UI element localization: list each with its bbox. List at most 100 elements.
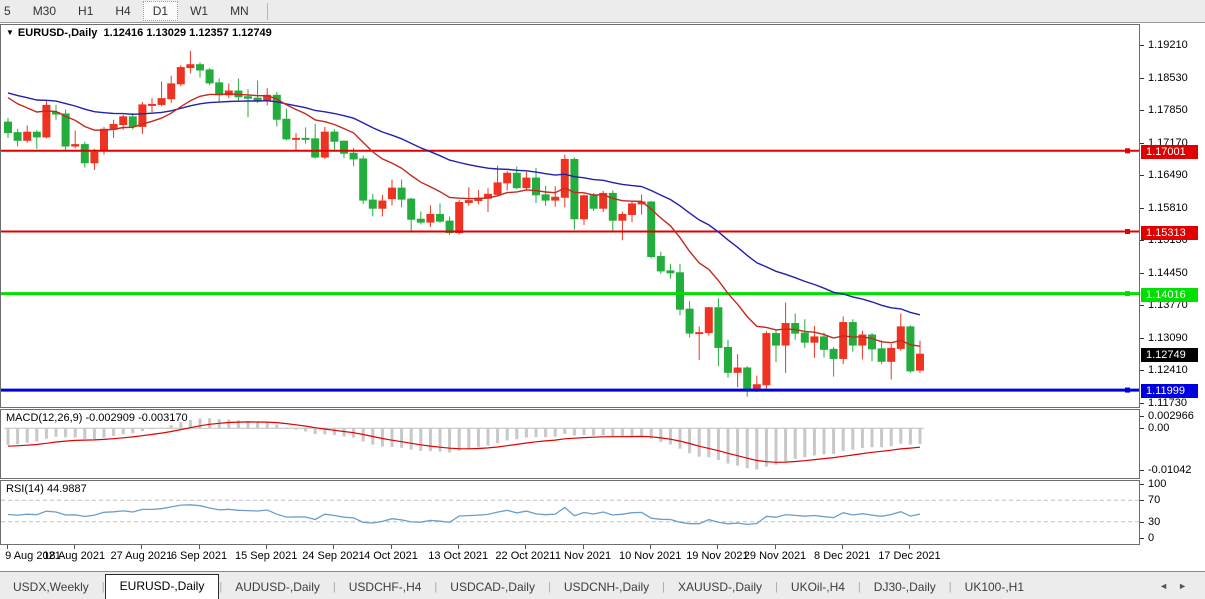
date-label: 17 Dec 2021: [874, 550, 944, 562]
date-tick: [717, 545, 718, 549]
date-tick: [141, 545, 142, 549]
date-label: 15 Sep 2021: [231, 550, 301, 562]
date-tick: [525, 545, 526, 549]
date-tick: [909, 545, 910, 549]
tab-usdchf-h4[interactable]: USDCHF-,H4: [336, 576, 435, 599]
price-tick-label: 1.19210: [1148, 39, 1188, 51]
rsi-indicator-panel[interactable]: RSI(14) 44.9887: [0, 480, 1140, 545]
price-tick-label: 1.11730: [1148, 397, 1187, 409]
timeframe-h4[interactable]: H4: [105, 1, 140, 21]
timeframe-toolbar: 5M30H1H4D1W1MN: [0, 0, 1205, 23]
rsi-tick-label: 70: [1148, 494, 1160, 506]
axis-tick: [1140, 78, 1144, 79]
axis-tick: [1140, 428, 1144, 429]
hline-handle-1-11999[interactable]: [1125, 388, 1130, 393]
tab-usdcad-daily[interactable]: USDCAD-,Daily: [437, 576, 548, 599]
tab-audusd-daily[interactable]: AUDUSD-,Daily: [222, 576, 333, 599]
tab-scroll-arrows[interactable]: ◄►: [1159, 581, 1197, 591]
axis-tick: [1140, 175, 1144, 176]
macd-label: MACD(12,26,9) -0.002909 -0.003170: [6, 412, 188, 424]
hline-price-badge-1-14016: 1.14016: [1141, 288, 1198, 302]
date-label: 8 Dec 2021: [807, 550, 877, 562]
axis-tick: [1140, 305, 1144, 306]
terminal-window: 5M30H1H4D1W1MN ▼ EURUSD-,Daily 1.12416 1.…: [0, 0, 1205, 599]
axis-tick: [1140, 484, 1144, 485]
tab-xauusd-daily[interactable]: XAUUSD-,Daily: [665, 576, 775, 599]
axis-tick: [1140, 403, 1144, 404]
axis-tick: [1140, 338, 1144, 339]
rsi-canvas: [1, 481, 1139, 544]
date-tick: [391, 545, 392, 549]
hline-price-badge-1-11999: 1.11999: [1141, 384, 1198, 398]
tab-dj30-daily[interactable]: DJ30-,Daily: [861, 576, 949, 599]
date-tick: [7, 545, 8, 549]
axis-tick: [1140, 208, 1144, 209]
timeframe-mn[interactable]: MN: [220, 1, 259, 21]
price-chart-canvas: [1, 25, 1139, 407]
date-tick: [458, 545, 459, 549]
date-tick: [199, 545, 200, 549]
time-scale-axis[interactable]: 9 Aug 202118 Aug 202127 Aug 20216 Sep 20…: [0, 545, 1140, 571]
chart-symbol-label: EURUSD-,Daily: [18, 27, 97, 39]
price-tick-label: 1.15810: [1148, 202, 1188, 214]
date-tick: [775, 545, 776, 549]
date-label: 6 Sep 2021: [164, 550, 234, 562]
hline-price-badge-1-15313: 1.15313: [1141, 226, 1198, 240]
date-label: 29 Nov 2021: [740, 550, 810, 562]
date-tick: [74, 545, 75, 549]
timeframe-m30[interactable]: M30: [23, 1, 66, 21]
rsi-tick-label: 0: [1148, 532, 1154, 544]
tab-scroll-right-icon[interactable]: ►: [1178, 581, 1197, 591]
rsi-tick-label: 30: [1148, 516, 1160, 528]
price-tick-label: 1.13090: [1148, 332, 1188, 344]
macd-tick-label: 0.00: [1148, 422, 1169, 434]
date-label: 4 Oct 2021: [356, 550, 426, 562]
rsi-label: RSI(14) 44.9887: [6, 483, 87, 495]
price-tick-label: 1.18530: [1148, 72, 1188, 84]
timeframe-h1[interactable]: H1: [68, 1, 103, 21]
current-price-badge: 1.12749: [1141, 348, 1198, 362]
axis-tick: [1140, 522, 1144, 523]
chart-header: ▼ EURUSD-,Daily 1.12416 1.13029 1.12357 1…: [6, 27, 272, 39]
macd-indicator-panel[interactable]: MACD(12,26,9) -0.002909 -0.003170: [0, 409, 1140, 479]
hline-handle-1-14016[interactable]: [1125, 291, 1130, 296]
date-label: 13 Oct 2021: [423, 550, 493, 562]
axis-tick: [1140, 470, 1144, 471]
date-tick: [583, 545, 584, 549]
rsi-tick-label: 100: [1148, 478, 1166, 490]
axis-tick: [1140, 538, 1144, 539]
axis-tick: [1140, 240, 1144, 241]
tab-eurusd-daily[interactable]: EURUSD-,Daily: [105, 574, 220, 599]
fast-ma-line: [8, 94, 920, 346]
tab-ukoil-h4[interactable]: UKOil-,H4: [778, 576, 858, 599]
timeframe-5[interactable]: 5: [1, 1, 21, 21]
price-tick-label: 1.16490: [1148, 169, 1188, 181]
axis-tick: [1140, 110, 1144, 111]
chart-tab-bar: USDX,Weekly|EURUSD-,Daily|AUDUSD-,Daily|…: [0, 571, 1205, 599]
axis-tick: [1140, 416, 1144, 417]
tab-uk100-h1[interactable]: UK100-,H1: [952, 576, 1037, 599]
chart-ohlc-values: 1.12416 1.13029 1.12357 1.12749: [104, 27, 272, 39]
candles: [5, 51, 924, 397]
symbol-dropdown-icon[interactable]: ▼: [6, 28, 14, 37]
hline-price-badge-1-17001: 1.17001: [1141, 145, 1198, 159]
price-chart-panel[interactable]: ▼ EURUSD-,Daily 1.12416 1.13029 1.12357 1…: [0, 24, 1140, 408]
date-label: 10 Nov 2021: [615, 550, 685, 562]
axis-tick: [1140, 370, 1144, 371]
hline-handle-1-17001[interactable]: [1125, 148, 1130, 153]
macd-tick-label: -0.01042: [1148, 464, 1191, 476]
timeframe-w1[interactable]: W1: [180, 1, 218, 21]
price-scale-axis[interactable]: 1.192101.185301.178501.171701.164901.158…: [1140, 24, 1205, 571]
tab-usdx-weekly[interactable]: USDX,Weekly: [0, 576, 102, 599]
axis-tick: [1140, 45, 1144, 46]
axis-tick: [1140, 500, 1144, 501]
axis-tick: [1140, 273, 1144, 274]
hline-handle-1-15313[interactable]: [1125, 229, 1130, 234]
date-label: 1 Nov 2021: [548, 550, 618, 562]
timeframe-d1[interactable]: D1: [143, 1, 178, 21]
price-tick-label: 1.17850: [1148, 104, 1188, 116]
date-label: 18 Aug 2021: [39, 550, 109, 562]
tab-scroll-left-icon[interactable]: ◄: [1159, 581, 1178, 591]
date-tick: [842, 545, 843, 549]
tab-usdcnh-daily[interactable]: USDCNH-,Daily: [551, 576, 662, 599]
